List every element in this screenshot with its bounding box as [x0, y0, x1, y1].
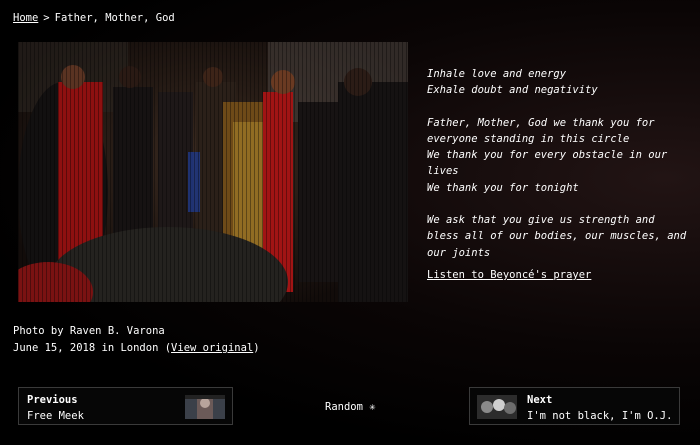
poem-stanza: Inhale love and energy Exhale doubt and … — [427, 66, 697, 99]
poem-line: We ask that you give us strength and — [427, 214, 655, 227]
poem-line: our joints — [427, 246, 491, 259]
poem-line: Inhale love and energy — [427, 68, 567, 80]
poem-stanza: We ask that you give us strength and ble… — [427, 212, 697, 261]
date-location: June 15, 2018 in London (View original) — [13, 340, 260, 357]
breadcrumb-home-link[interactable]: Home — [13, 12, 38, 24]
next-post-card[interactable]: Next I'm not black, I'm O.J. — [469, 387, 680, 425]
poem-line: We thank you for tonight — [427, 181, 579, 194]
previous-label: Previous — [27, 394, 78, 406]
prayer-poem: Inhale love and energy Exhale doubt and … — [427, 66, 697, 277]
previous-title: Free Meek — [27, 410, 84, 422]
poem-line: lives — [427, 165, 459, 178]
random-post-link[interactable]: Random ✳ — [325, 401, 376, 413]
next-title: I'm not black, I'm O.J. — [527, 410, 673, 422]
poem-stanza: Father, Mother, God we thank you for eve… — [427, 115, 697, 196]
poem-line: Father, Mother, God we thank you for — [427, 116, 655, 129]
next-thumbnail-image — [477, 395, 517, 419]
photo-credit: Photo by Raven B. Varona June 15, 2018 i… — [13, 323, 260, 357]
previous-thumbnail-image — [185, 395, 225, 419]
poem-line: everyone standing in this circle — [427, 132, 630, 145]
breadcrumb-separator: > — [43, 12, 50, 24]
view-original-link[interactable]: View original — [171, 342, 253, 354]
photographer: Photo by Raven B. Varona — [13, 325, 165, 337]
next-label: Next — [527, 394, 553, 406]
previous-post-card[interactable]: Previous Free Meek — [18, 387, 233, 425]
listen-prayer-link[interactable]: Listen to Beyoncé's prayer — [427, 269, 591, 281]
previous-thumbnail — [185, 395, 225, 419]
breadcrumb: Home > Father, Mother, God — [13, 12, 175, 24]
next-thumbnail — [477, 395, 517, 419]
poem-line: Exhale doubt and negativity — [427, 84, 598, 97]
close-paren: ) — [253, 342, 260, 354]
date-location-text: June 15, 2018 in London ( — [13, 342, 172, 354]
breadcrumb-current: Father, Mother, God — [54, 12, 175, 24]
poem-line: We thank you for every obstacle in our — [427, 149, 668, 162]
photo-image — [18, 42, 408, 302]
photo — [18, 42, 408, 302]
poem-line: bless all of our bodies, our muscles, an… — [427, 230, 687, 243]
